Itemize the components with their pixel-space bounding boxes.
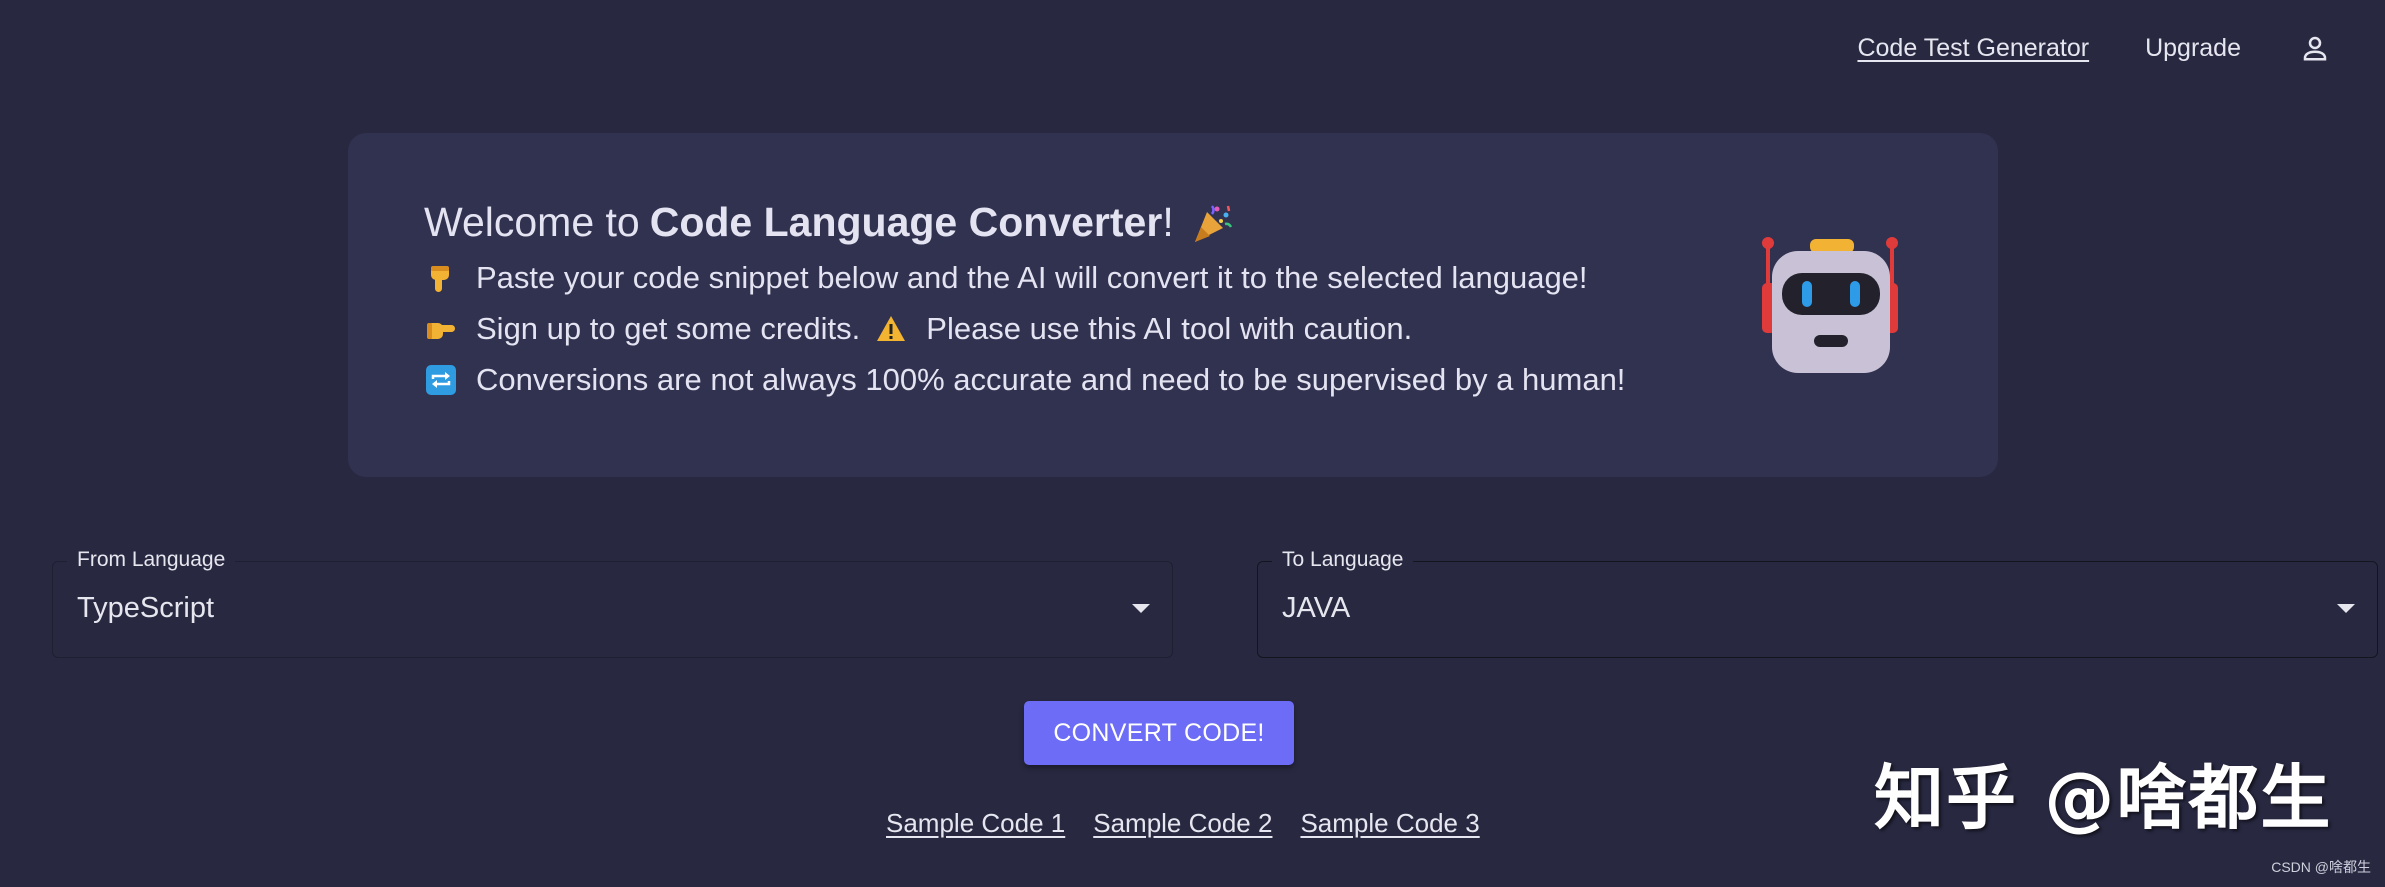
chevron-down-icon — [1132, 604, 1150, 613]
warning-icon — [874, 312, 908, 346]
welcome-title-app-name: Code Language Converter — [649, 199, 1163, 245]
welcome-line-accuracy-text: Conversions are not always 100% accurate… — [476, 362, 1626, 397]
pointing-right-hand-icon — [424, 312, 458, 346]
welcome-line-caution-text: Please use this AI tool with caution. — [926, 311, 1413, 346]
user-icon[interactable] — [2297, 30, 2333, 66]
sample-code-1-link[interactable]: Sample Code 1 — [886, 808, 1065, 839]
from-language-value: TypeScript — [77, 592, 214, 624]
top-nav: Code Test Generator Upgrade — [1857, 30, 2333, 66]
chevron-down-icon — [2337, 604, 2355, 613]
sample-code-2-link[interactable]: Sample Code 2 — [1093, 808, 1272, 839]
to-language-value: JAVA — [1282, 592, 1351, 624]
welcome-line-signup-text: Sign up to get some credits. — [476, 311, 861, 346]
to-language-select[interactable]: To Language JAVA — [1257, 548, 2378, 658]
from-language-select[interactable]: From Language TypeScript — [52, 548, 1173, 658]
zhihu-watermark: 知乎 @啥都生 — [1874, 757, 2333, 839]
repeat-arrows-icon — [424, 363, 458, 397]
pointing-down-hand-icon — [424, 261, 458, 295]
code-test-generator-link[interactable]: Code Test Generator — [1857, 34, 2089, 63]
welcome-title-suffix: ! — [1162, 199, 1174, 245]
robot-icon — [1756, 233, 1904, 383]
from-language-label: From Language — [67, 548, 236, 572]
sample-code-3-link[interactable]: Sample Code 3 — [1300, 808, 1479, 839]
to-language-label: To Language — [1272, 548, 1414, 572]
welcome-card: Welcome to Code Language Converter ! Pas… — [348, 133, 1998, 477]
party-popper-icon — [1190, 201, 1234, 245]
welcome-title-prefix: Welcome to — [424, 199, 640, 245]
upgrade-link[interactable]: Upgrade — [2145, 34, 2241, 63]
sample-code-links: Sample Code 1 Sample Code 2 Sample Code … — [886, 808, 1480, 839]
csdn-watermark: CSDN @啥都生 — [2271, 859, 2371, 875]
convert-code-button[interactable]: CONVERT CODE! — [1024, 701, 1294, 765]
welcome-line-paste-text: Paste your code snippet below and the AI… — [476, 260, 1588, 295]
